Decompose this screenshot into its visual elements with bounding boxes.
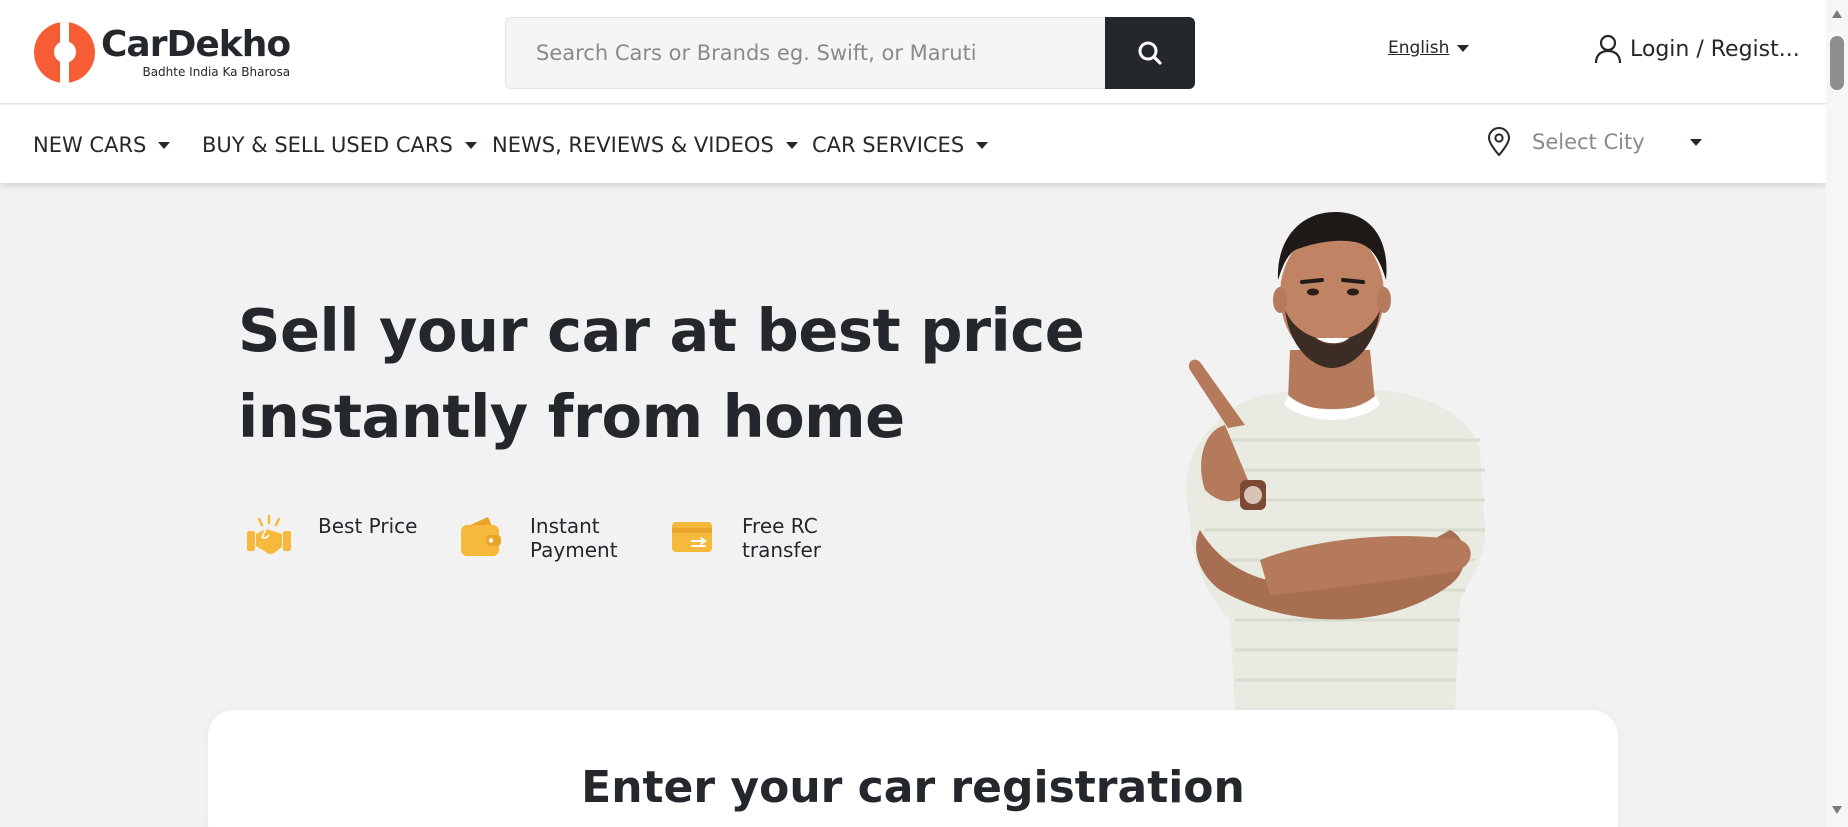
nav-label: NEW CARS bbox=[33, 133, 147, 157]
chevron-down-icon bbox=[976, 141, 989, 149]
search-icon bbox=[1138, 41, 1162, 65]
user-icon bbox=[1594, 34, 1622, 64]
logo-mark-icon bbox=[34, 22, 95, 83]
hero-title-line-1: Sell your car at best price bbox=[238, 296, 1085, 365]
chevron-down-icon bbox=[158, 141, 171, 149]
logo-tagline: Badhte India Ka Bharosa bbox=[142, 65, 291, 79]
chevron-down-icon bbox=[1457, 44, 1470, 52]
site-header: CarDekho Badhte India Ka Bharosa English… bbox=[0, 0, 1826, 104]
city-selector[interactable]: Select City bbox=[1486, 127, 1702, 157]
hero-title: Sell your car at best price instantly fr… bbox=[238, 288, 1098, 460]
registration-card: Enter your car registration bbox=[208, 710, 1618, 827]
feature-label: Instant Payment bbox=[530, 514, 618, 562]
feature-list: Best Price Instant Payment Free RC trans… bbox=[246, 514, 882, 562]
language-label: English bbox=[1388, 38, 1450, 58]
chevron-down-icon bbox=[785, 141, 798, 149]
main-nav: NEW CARS BUY & SELL USED CARS NEWS, REVI… bbox=[0, 105, 1826, 183]
nav-new-cars[interactable]: NEW CARS bbox=[33, 133, 171, 157]
cardekho-logo[interactable]: CarDekho Badhte India Ka Bharosa bbox=[34, 22, 291, 83]
feature-free-rc-transfer: Free RC transfer bbox=[670, 514, 882, 562]
feature-best-price: Best Price bbox=[246, 514, 458, 562]
registration-card-title: Enter your car registration bbox=[581, 762, 1245, 813]
location-pin-icon bbox=[1487, 127, 1511, 157]
city-placeholder: Select City bbox=[1532, 130, 1645, 154]
search-bar bbox=[505, 17, 1195, 89]
language-selector[interactable]: English bbox=[1388, 38, 1470, 58]
hero-person-image bbox=[1186, 212, 1486, 710]
wallet-icon bbox=[461, 517, 501, 556]
logo-name: CarDekho bbox=[101, 24, 291, 65]
scrollbar-thumb[interactable] bbox=[1830, 36, 1844, 90]
chevron-down-icon bbox=[464, 141, 477, 149]
nav-label: BUY & SELL USED CARS bbox=[202, 133, 453, 157]
search-button[interactable] bbox=[1105, 17, 1195, 89]
nav-label: CAR SERVICES bbox=[812, 133, 965, 157]
page-scrollbar[interactable] bbox=[1826, 0, 1848, 827]
rc-card-icon bbox=[672, 522, 712, 552]
feature-label: Free RC transfer bbox=[742, 514, 821, 562]
nav-buy-sell-used-cars[interactable]: BUY & SELL USED CARS bbox=[202, 133, 477, 157]
login-label: Login / Regist... bbox=[1630, 36, 1800, 62]
nav-news-reviews-videos[interactable]: NEWS, REVIEWS & VIDEOS bbox=[492, 133, 798, 157]
chevron-down-icon bbox=[1690, 138, 1702, 146]
nav-car-services[interactable]: CAR SERVICES bbox=[812, 133, 989, 157]
search-input[interactable] bbox=[505, 17, 1105, 89]
nav-label: NEWS, REVIEWS & VIDEOS bbox=[492, 133, 774, 157]
feature-instant-payment: Instant Payment bbox=[458, 514, 670, 562]
scroll-down-arrow-icon[interactable] bbox=[1832, 806, 1842, 814]
login-register-link[interactable]: Login / Regist... bbox=[1594, 34, 1800, 64]
scroll-up-arrow-icon[interactable] bbox=[1832, 10, 1842, 18]
hero-title-line-2: instantly from home bbox=[238, 382, 905, 451]
feature-label: Best Price bbox=[318, 514, 418, 538]
handshake-icon bbox=[247, 514, 291, 555]
